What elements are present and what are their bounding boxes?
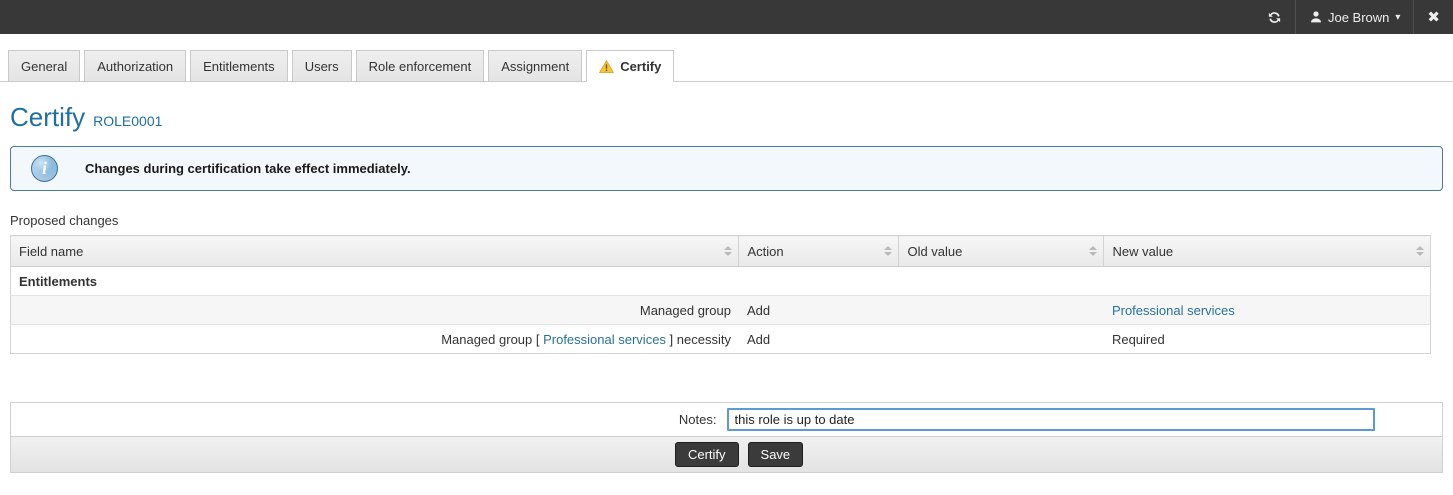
sort-icon[interactable] <box>1416 246 1424 256</box>
tab-entitlements[interactable]: Entitlements <box>190 50 288 82</box>
user-menu[interactable]: Joe Brown ▾ <box>1296 0 1413 34</box>
sort-icon[interactable] <box>724 246 733 256</box>
table-header-row: Field name Action Old value New value <box>10 235 1431 267</box>
info-alert: i Changes during certification take effe… <box>10 146 1443 191</box>
page-subtitle: ROLE0001 <box>93 113 163 129</box>
action-cell: Add <box>746 302 771 318</box>
notes-label: Notes: <box>678 412 717 427</box>
new-value-link[interactable]: Professional services <box>1112 303 1235 318</box>
group-label: Entitlements <box>19 273 98 289</box>
new-value-cell: Required <box>1111 331 1165 347</box>
save-button[interactable]: Save <box>747 442 804 467</box>
table-group-row: Entitlements <box>10 266 1431 296</box>
close-icon: ✖ <box>1427 9 1440 26</box>
column-header-field-name: Field name <box>10 235 739 267</box>
sort-icon[interactable] <box>884 246 893 256</box>
tab-authorization[interactable]: Authorization <box>84 50 187 82</box>
new-value-cell: Professional services <box>1104 296 1431 325</box>
warning-icon <box>599 60 615 73</box>
tab-users[interactable]: Users <box>291 50 352 82</box>
sort-icon[interactable] <box>1089 246 1098 256</box>
info-icon: i <box>31 155 58 182</box>
proposed-changes-label: Proposed changes <box>10 213 119 228</box>
field-name-link[interactable]: Professional services <box>543 332 666 347</box>
column-header-old-value: Old value <box>898 235 1104 267</box>
chevron-down-icon: ▾ <box>1395 11 1401 23</box>
old-value-cell <box>899 296 1104 325</box>
column-header-new-value: New value <box>1103 235 1431 267</box>
close-button[interactable]: ✖ <box>1414 0 1453 34</box>
page-title: Certify ROLE0001 <box>0 82 1453 133</box>
tab-general[interactable]: General <box>8 50 81 82</box>
notes-row: Notes: <box>11 403 1442 436</box>
action-cell: Add <box>746 331 771 347</box>
topbar: Joe Brown ▾ ✖ <box>0 0 1453 34</box>
refresh-icon <box>1267 10 1282 25</box>
table-row: Managed group Add Professional services <box>10 295 1431 325</box>
certify-button[interactable]: Certify <box>674 442 739 467</box>
proposed-changes-table: Field name Action Old value New value En… <box>10 235 1431 354</box>
tab-bar: General Authorization Entitlements Users… <box>0 50 1453 82</box>
alert-message: Changes during certification take effect… <box>85 161 411 176</box>
tab-assignment[interactable]: Assignment <box>488 50 583 82</box>
old-value-cell <box>899 325 1104 354</box>
tab-role-enforcement[interactable]: Role enforcement <box>355 50 485 82</box>
field-name-cell: Managed group <box>639 302 731 318</box>
form-buttons-row: Certify Save <box>11 436 1442 472</box>
certification-form: Notes: Certify Save <box>10 402 1443 473</box>
page-title-text: Certify <box>10 102 86 132</box>
tab-certify[interactable]: Certify <box>586 50 675 82</box>
user-name: Joe Brown <box>1327 9 1390 25</box>
notes-input[interactable] <box>726 408 1375 431</box>
table-row: Managed group [ Professional services ] … <box>10 324 1431 354</box>
user-icon <box>1309 10 1323 24</box>
column-header-action: Action <box>738 235 899 267</box>
field-name-cell: Managed group [ Professional services ] … <box>441 331 731 347</box>
refresh-button[interactable] <box>1254 0 1295 34</box>
